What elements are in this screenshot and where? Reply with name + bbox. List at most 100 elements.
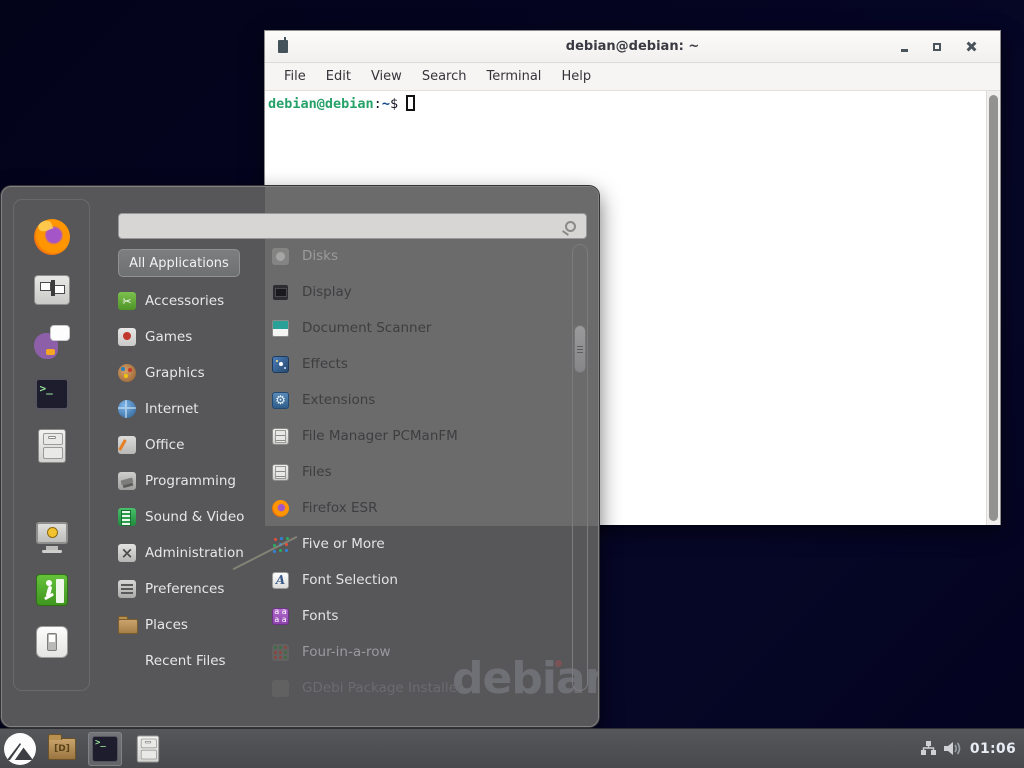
terminal-cursor [406,95,415,111]
folder-icon: [D] [48,738,76,760]
file-cabinet-icon [272,428,289,445]
prompt-separator: : [374,96,382,112]
prompt-path: ~ [382,96,390,112]
category-accessories[interactable]: Accessories [118,283,248,319]
terminal-menubar: File Edit View Search Terminal Help [265,63,1000,91]
internet-icon [118,400,136,418]
app-font-selection[interactable]: Font Selection [272,562,568,598]
app-files[interactable]: Files [272,454,568,490]
administration-icon [118,544,136,562]
app-fonts[interactable]: Fonts [272,598,568,634]
taskbar-clock[interactable]: 01:06 [968,741,1016,757]
lock-screen-button[interactable] [30,516,74,560]
favorite-terminal-button[interactable]: >_ [30,372,74,416]
maximize-button[interactable] [927,37,947,57]
taskbar-files-launcher[interactable] [131,732,165,766]
file-cabinet-icon [137,735,159,762]
shutdown-icon [36,626,68,658]
disks-icon [272,248,289,265]
category-recent-files[interactable]: Recent Files [118,643,248,679]
taskbar-terminal-task-active[interactable]: >_ [88,732,122,766]
app-four-in-a-row[interactable]: Four-in-a-row [272,634,568,670]
sound-video-icon [118,508,136,526]
app-gdebi-package-installer[interactable]: GDebi Package Installer [272,670,568,706]
app-five-or-more[interactable]: Five or More [272,526,568,562]
favorite-pidgin-button[interactable] [30,320,74,364]
search-icon [565,221,576,232]
menu-search-box[interactable] [118,213,587,239]
category-administration[interactable]: Administration [118,535,248,571]
logout-button[interactable] [30,568,74,612]
menu-edit[interactable]: Edit [317,65,360,88]
minimize-button[interactable] [894,37,914,57]
favorite-file-manager-button[interactable] [30,424,74,468]
app-effects[interactable]: Effects [272,346,568,382]
favorite-firefox-button[interactable] [30,215,74,259]
programming-icon [118,472,136,490]
category-preferences[interactable]: Preferences [118,571,248,607]
menu-app-list: Disks Display Document Scanner Effects E… [272,238,568,706]
terminal-titlebar[interactable]: debian@debian: ~ [265,31,1000,63]
app-file-manager-pcmanfm[interactable]: File Manager PCManFM [272,418,568,454]
app-display[interactable]: Display [272,274,568,310]
category-internet[interactable]: Internet [118,391,248,427]
menu-help[interactable]: Help [552,65,600,88]
file-cabinet-icon [272,464,289,481]
gdebi-icon [272,680,289,697]
logout-icon [36,574,68,606]
firefox-icon [272,500,289,517]
prompt-symbol: $ [390,96,398,112]
menu-scrollbar-thumb[interactable] [574,325,586,373]
shutdown-button[interactable] [30,620,74,664]
category-programming[interactable]: Programming [118,463,248,499]
file-cabinet-icon [38,429,66,463]
start-menu-button[interactable] [4,733,36,765]
app-document-scanner[interactable]: Document Scanner [272,310,568,346]
terminal-title: debian@debian: ~ [265,39,1000,54]
minimize-icon [901,49,908,52]
menu-terminal[interactable]: Terminal [477,65,550,88]
fonts-icon [272,608,289,625]
taskbar-file-manager-launcher[interactable]: [D] [45,732,79,766]
effects-icon [272,356,289,373]
four-in-a-row-icon [272,644,289,661]
menu-view[interactable]: View [362,65,411,88]
app-disks[interactable]: Disks [272,238,568,274]
category-places[interactable]: Places [118,607,248,643]
preferences-icon [118,580,136,598]
all-applications-button[interactable]: All Applications [118,249,240,277]
category-games[interactable]: Games [118,319,248,355]
favorite-software-button[interactable] [30,268,74,312]
terminal-scrollbar[interactable] [986,91,1000,525]
close-icon [966,42,975,51]
system-tray: 01:06 [920,740,1024,757]
terminal-icon: >_ [92,736,118,762]
menu-search[interactable]: Search [413,65,476,88]
app-firefox-esr[interactable]: Firefox ESR [272,490,568,526]
menu-scrollbar[interactable] [572,244,588,691]
document-scanner-icon [272,320,289,337]
app-extensions[interactable]: Extensions [272,382,568,418]
menu-sidebar: >_ [13,199,90,691]
graphics-icon [118,364,136,382]
category-office[interactable]: Office [118,427,248,463]
category-sound-video[interactable]: Sound & Video [118,499,248,535]
menu-file[interactable]: File [275,65,315,88]
terminal-scrollbar-thumb[interactable] [989,95,998,521]
search-input[interactable] [119,214,565,238]
prompt-user-host: debian@debian [268,96,374,112]
games-icon [118,328,136,346]
places-icon [118,616,136,634]
display-icon [272,284,289,301]
firefox-icon [34,219,70,255]
network-icon[interactable] [920,740,937,757]
application-menu: debian >_ All Applications Accessories G… [1,186,599,727]
no-icon [118,652,136,670]
category-graphics[interactable]: Graphics [118,355,248,391]
volume-icon[interactable] [943,740,962,757]
close-button[interactable] [960,37,980,57]
font-selection-icon [272,572,289,589]
terminal-icon: >_ [35,378,69,410]
office-icon [118,436,136,454]
software-icon [34,275,70,305]
